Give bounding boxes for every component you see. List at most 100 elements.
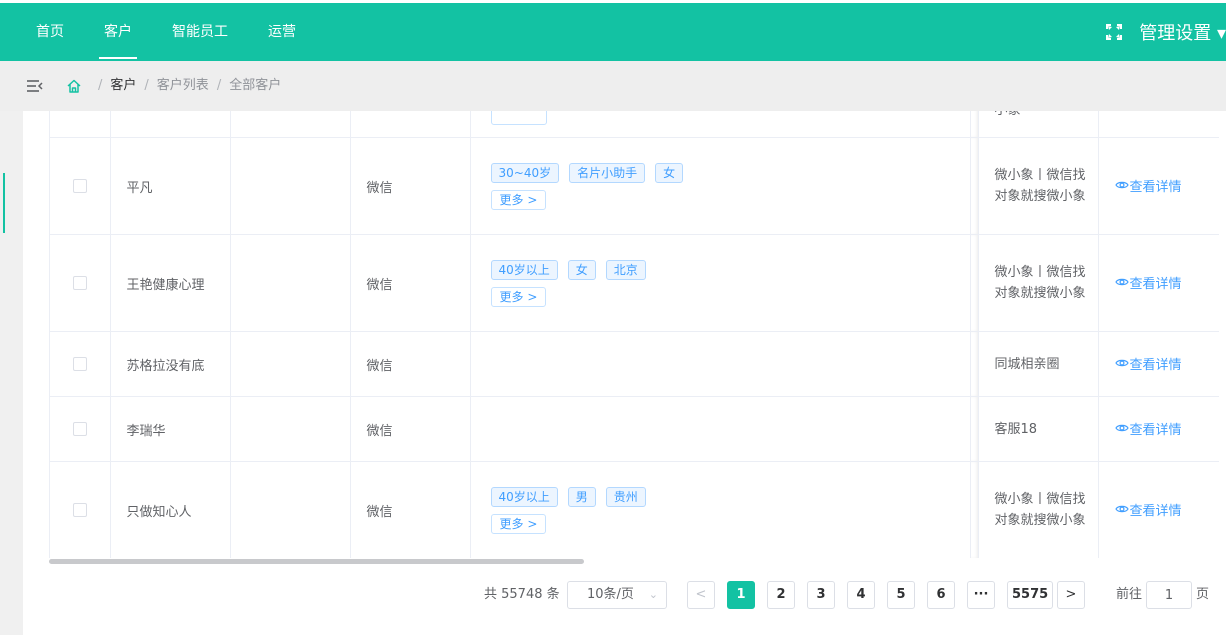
customer-tag: 北京 — [605, 259, 646, 280]
customer-name: 只做知心人 — [110, 461, 231, 558]
table-row: 李瑞华 微信 客服18 查看详情 — [50, 396, 1219, 462]
more-tags-button[interactable] — [490, 111, 547, 125]
row-actions: 查看详情 — [1098, 396, 1219, 462]
customer-name — [110, 111, 231, 138]
breadcrumb-item-customer[interactable]: 客户 — [110, 78, 136, 93]
breadcrumb-separator: / — [216, 78, 222, 93]
customer-source: 微信 — [350, 461, 471, 558]
select-cell — [50, 111, 111, 138]
fullscreen-icon[interactable] — [1105, 23, 1123, 41]
customer-remark — [230, 137, 351, 235]
page-button[interactable]: 5575 — [1007, 581, 1054, 609]
customer-source — [350, 111, 471, 138]
customer-tag: 40岁以上 — [490, 486, 558, 507]
view-detail-link[interactable]: 查看详情 — [1114, 176, 1182, 195]
customer-table: 小象平凡微信30~40岁名片小助手女更多 >微小象丨微信找对象就搜微小象查看详情… — [49, 111, 1219, 558]
customer-source: 微信 — [350, 331, 471, 397]
select-cell — [50, 331, 111, 397]
more-tags-button[interactable]: 更多 > — [490, 513, 547, 534]
page-button[interactable]: 5 — [887, 581, 915, 609]
customer-tag: 女 — [567, 259, 596, 280]
nav-item-3[interactable]: 运营 — [248, 3, 316, 61]
sidebar-toggle-icon[interactable] — [26, 78, 44, 94]
navbar-right: 管理设置 ▾ — [1105, 3, 1226, 61]
row-checkbox[interactable] — [72, 276, 87, 290]
page-button[interactable]: 6 — [927, 581, 955, 609]
rail-active-indicator — [3, 173, 5, 233]
page-ellipsis-button[interactable]: ··· — [967, 581, 995, 609]
eye-icon — [1114, 182, 1129, 189]
more-tags-button[interactable]: 更多 > — [490, 189, 547, 210]
admin-settings-menu[interactable]: 管理设置 ▾ — [1139, 19, 1226, 45]
select-cell — [50, 461, 111, 558]
view-detail-link[interactable]: 查看详情 — [1114, 419, 1182, 438]
view-detail-link[interactable]: 查看详情 — [1114, 354, 1182, 373]
jump-suffix: 页 — [1196, 587, 1210, 602]
table-row: 小象 — [50, 111, 1219, 138]
breadcrumb-item-all-customers: 全部客户 — [229, 78, 282, 93]
breadcrumb: / 客户 / 客户列表 / 全部客户 — [90, 61, 281, 111]
fixed-column-shadow — [970, 137, 978, 235]
jump-page-input[interactable] — [1146, 581, 1192, 609]
row-actions: 查看详情 — [1098, 234, 1219, 332]
tag-line: 30~40岁 名片小助手女 — [490, 162, 970, 183]
customer-tags: 40岁以上女北京 更多 > — [470, 234, 971, 332]
next-page-button[interactable]: > — [1057, 581, 1085, 609]
table-horizontal-scrollbar[interactable] — [49, 559, 1219, 564]
breadcrumb-separator: / — [98, 78, 103, 93]
customer-tag: 30~40岁 — [490, 162, 560, 183]
customer-channel: 微小象丨微信找对象就搜微小象 — [977, 461, 1099, 558]
view-detail-label: 查看详情 — [1129, 276, 1182, 292]
row-checkbox[interactable] — [72, 422, 87, 436]
row-actions — [1098, 111, 1219, 138]
prev-page-button[interactable]: < — [687, 581, 715, 609]
table-row: 只做知心人 微信 40岁以上男贵州 更多 > 微小象丨微信找对象就搜微小象 查看详情 — [50, 461, 1219, 558]
nav-item-0[interactable]: 首页 — [16, 3, 84, 61]
page-size-select[interactable]: 10条/页 ⌄ — [567, 581, 667, 609]
nav-item-1[interactable]: 客户 — [84, 3, 152, 61]
customer-tags — [470, 396, 971, 462]
chevron-down-icon: ⌄ — [648, 588, 658, 601]
nav-item-2[interactable]: 智能员工 — [152, 3, 248, 61]
select-cell — [50, 396, 111, 462]
page-button[interactable]: 1 — [727, 581, 755, 609]
page-button[interactable]: 2 — [767, 581, 795, 609]
top-navbar: 首页 客户 智能员工 运营 管理设置 ▾ — [0, 3, 1226, 61]
row-checkbox[interactable] — [72, 503, 87, 517]
fixed-column-shadow — [970, 461, 978, 558]
fixed-column-shadow — [970, 234, 978, 332]
row-checkbox[interactable] — [72, 179, 87, 193]
customer-source: 微信 — [350, 137, 471, 235]
page-button[interactable]: 3 — [807, 581, 835, 609]
customer-remark — [230, 331, 351, 397]
more-tags-button[interactable]: 更多 > — [490, 286, 547, 307]
customer-tags — [470, 111, 971, 138]
jump-label: 前往 — [1116, 587, 1143, 602]
home-icon[interactable] — [66, 78, 82, 94]
customer-name: 苏格拉没有底 — [110, 331, 231, 397]
scrollbar-thumb[interactable] — [49, 559, 584, 564]
view-detail-link[interactable]: 查看详情 — [1114, 500, 1182, 519]
page-size-value: 10条/页 — [587, 587, 634, 602]
tag-line: 40岁以上男贵州 — [490, 486, 970, 507]
customer-source: 微信 — [350, 234, 471, 332]
view-detail-link[interactable]: 查看详情 — [1114, 273, 1182, 292]
customer-remark — [230, 234, 351, 332]
customer-remark — [230, 461, 351, 558]
customer-tag: 男 — [567, 486, 596, 507]
breadcrumb-separator: / — [144, 78, 149, 93]
customer-tag: 名片小助手 — [569, 162, 646, 183]
customer-tag: 贵州 — [605, 486, 646, 507]
customer-channel: 同城相亲圈 — [977, 331, 1099, 397]
view-detail-label: 查看详情 — [1129, 179, 1182, 195]
page-button[interactable]: 4 — [847, 581, 875, 609]
pagination: 共 55748 条 10条/页 ⌄ < 123456 ··· 5575 > 前往 页 — [0, 581, 1226, 609]
view-detail-label: 查看详情 — [1129, 357, 1182, 373]
breadcrumb-item-customer-list[interactable]: 客户列表 — [157, 78, 209, 93]
customer-channel: 微小象丨微信找对象就搜微小象 — [977, 137, 1099, 235]
customer-channel: 微小象丨微信找对象就搜微小象 — [977, 234, 1099, 332]
eye-icon — [1114, 506, 1129, 513]
row-actions: 查看详情 — [1098, 461, 1219, 558]
chevron-left-icon: < — [695, 587, 707, 602]
row-checkbox[interactable] — [72, 357, 87, 371]
